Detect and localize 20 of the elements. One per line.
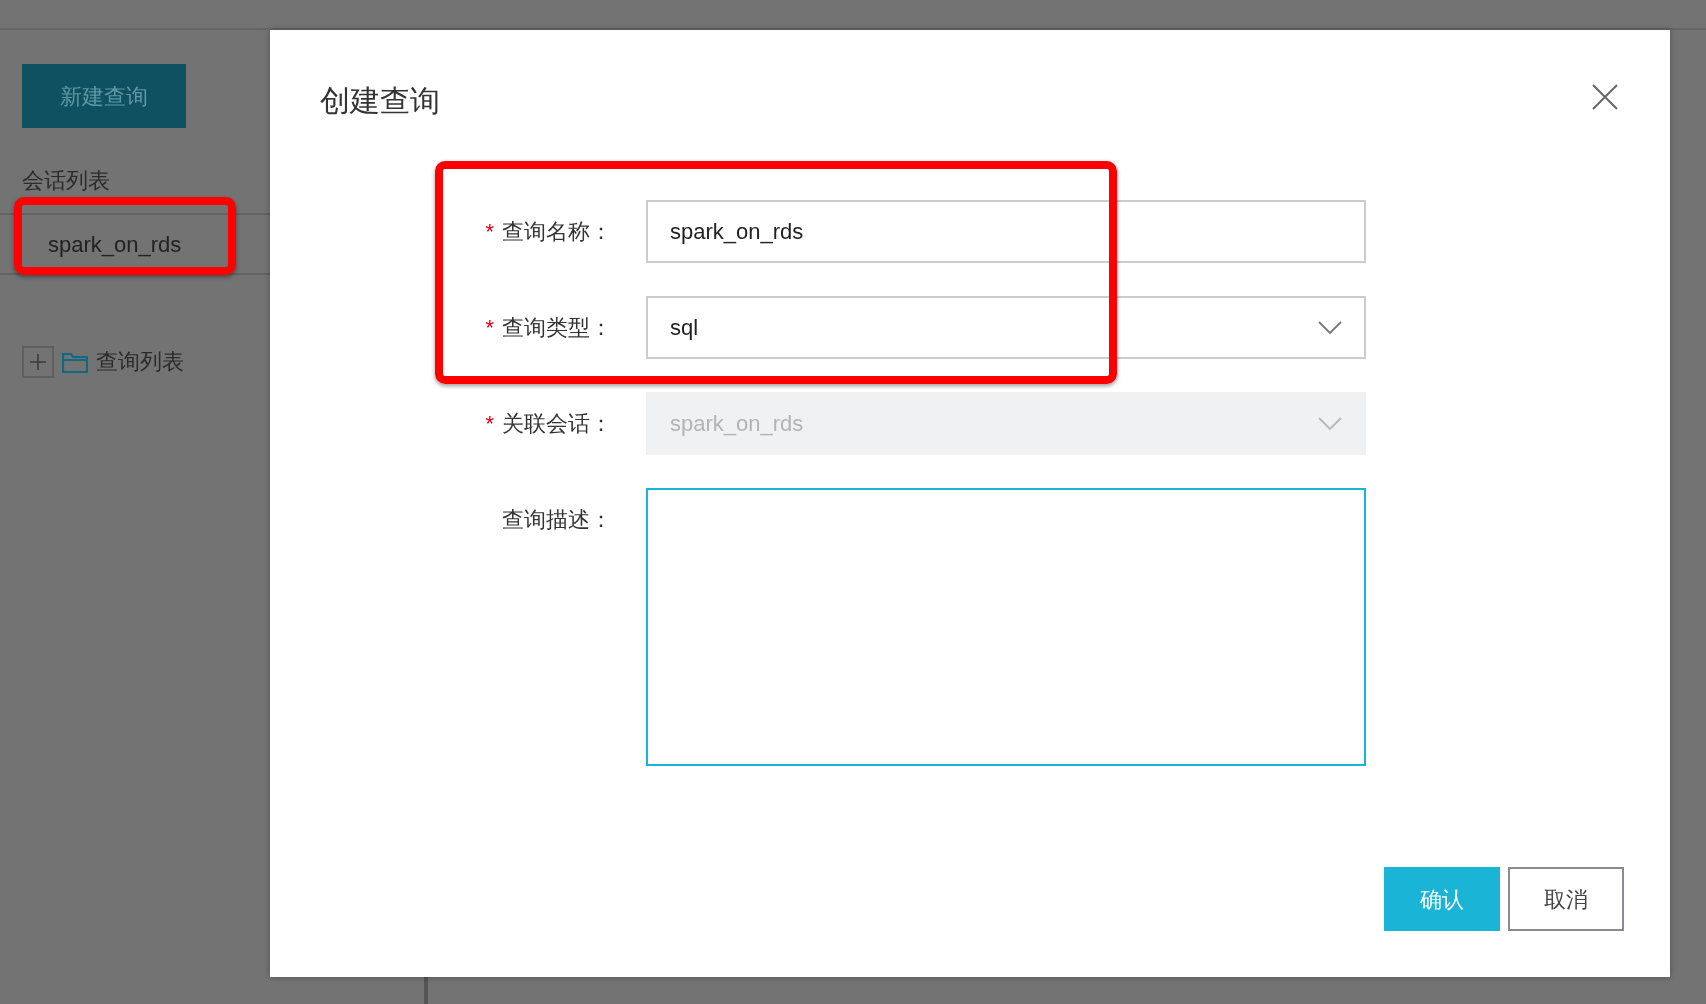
field-label: 查询类型： — [502, 314, 612, 342]
field-label: 查询名称： — [502, 218, 612, 246]
chevron-down-icon — [1318, 320, 1342, 335]
text-field[interactable]: spark_on_rds — [646, 200, 1366, 263]
field-label: 关联会话： — [502, 410, 612, 438]
dialog-title: 创建查询 — [320, 83, 440, 119]
confirm-button[interactable]: 确认 — [1384, 867, 1500, 931]
cancel-button[interactable]: 取消 — [1508, 867, 1624, 931]
required-mark: * — [485, 410, 494, 438]
dropdown[interactable]: sql — [646, 296, 1366, 359]
tree-item[interactable]: 查询列表 — [96, 345, 184, 378]
dropdown: spark_on_rds — [646, 392, 1366, 455]
expand-icon[interactable] — [22, 345, 54, 378]
section-title: 会话列表 — [22, 167, 110, 195]
field-label: 查询描述： — [502, 506, 612, 534]
new-query-button[interactable]: 新建查询 — [22, 64, 186, 128]
required-mark: * — [485, 218, 494, 246]
required-mark: * — [485, 314, 494, 342]
chevron-down-icon — [1318, 416, 1342, 431]
folder-icon — [62, 350, 88, 373]
